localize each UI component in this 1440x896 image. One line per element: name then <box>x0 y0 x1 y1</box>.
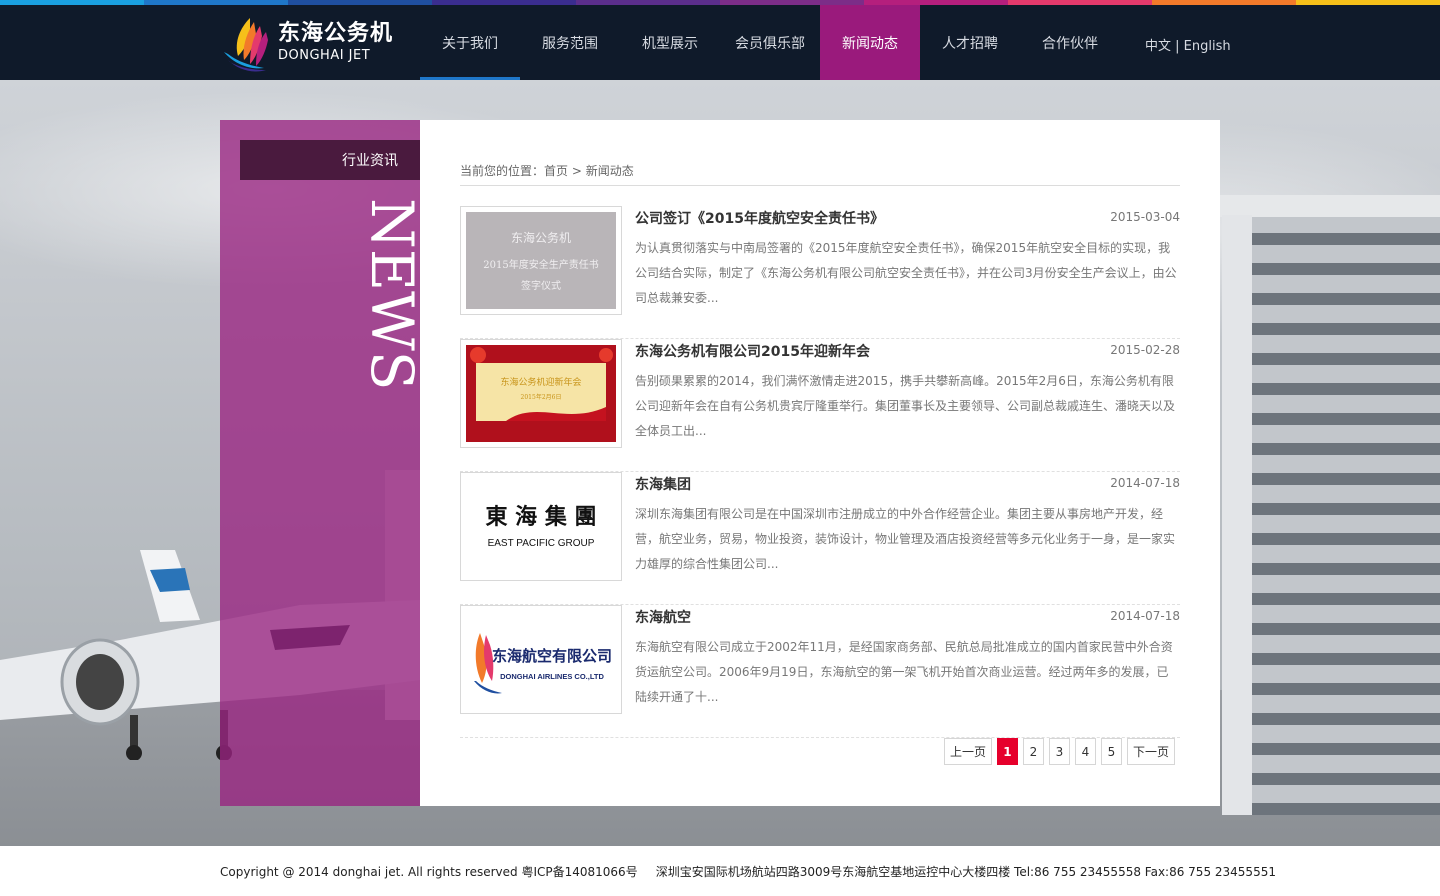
news-thumbnail[interactable]: 东海航空有限公司 DONGHAI AIRLINES CO.,LTD <box>460 605 622 714</box>
news-title[interactable]: 公司签订《2015年度航空安全责任书》 <box>635 208 884 228</box>
list-item: 東 海 集 團 EAST PACIFIC GROUP 东海集团 2014-07-… <box>460 472 1180 605</box>
thumb-text: 東 海 集 團 <box>486 504 597 530</box>
thumbnail-banner-image: 东海公务机 2015年度安全生产责任书 签字仪式 <box>466 212 616 309</box>
news-date: 2014-07-18 <box>1110 476 1180 490</box>
nav-item-careers[interactable]: 人才招聘 <box>920 5 1020 80</box>
building-roof <box>1214 195 1440 217</box>
thumb-text: 东海航空有限公司 <box>492 647 612 665</box>
nav-item-aircraft[interactable]: 机型展示 <box>620 5 720 80</box>
site-footer: Copyright @ 2014 donghai jet. All rights… <box>0 846 1440 896</box>
news-thumbnail[interactable]: 東 海 集 團 EAST PACIFIC GROUP <box>460 472 622 581</box>
footer-info: Copyright @ 2014 donghai jet. All rights… <box>220 863 1276 880</box>
news-date: 2015-03-04 <box>1110 210 1180 224</box>
footer-copyright: Copyright @ 2014 donghai jet. All rights… <box>220 865 638 879</box>
logo-chinese-name: 东海公务机 <box>278 20 394 46</box>
breadcrumb-current: 新闻动态 <box>585 164 634 178</box>
thumbnail-banner-image: 东海公务机迎新年会 2015年2月6日 <box>466 345 616 442</box>
logo[interactable]: 东海公务机 DONGHAI JET <box>220 5 420 80</box>
nav-item-club[interactable]: 会员俱乐部 <box>720 5 820 80</box>
news-summary: 东海航空有限公司成立于2002年11月，是经国家商务部、民航总局批准成立的国内首… <box>635 640 1173 704</box>
lang-chinese-link[interactable]: 中文 <box>1145 39 1171 54</box>
page-2-button[interactable]: 2 <box>1022 738 1044 765</box>
list-item: 东海航空有限公司 DONGHAI AIRLINES CO.,LTD 东海航空 2… <box>460 605 1180 738</box>
site-header: 东海公务机 DONGHAI JET 关于我们 服务范围 机型展示 会员俱乐部 新… <box>0 5 1440 80</box>
next-page-button[interactable]: 下一页 <box>1126 738 1175 765</box>
nav-item-partners[interactable]: 合作伙伴 <box>1020 5 1120 80</box>
list-item: 东海公务机迎新年会 2015年2月6日 东海公务机有限公司2015年迎新年会 2… <box>460 339 1180 472</box>
news-list: 东海公务机 2015年度安全生产责任书 签字仪式 公司签订《2015年度航空安全… <box>460 206 1180 738</box>
pagination: 上一页 1 2 3 4 5 下一页 <box>939 738 1175 765</box>
thumb-text: 东海公务机迎新年会 <box>500 376 581 388</box>
main-nav: 关于我们 服务范围 机型展示 会员俱乐部 新闻动态 人才招聘 合作伙伴 <box>420 5 1120 80</box>
lang-separator: | <box>1171 39 1184 54</box>
nav-item-about[interactable]: 关于我们 <box>420 5 520 80</box>
page-3-button[interactable]: 3 <box>1048 738 1070 765</box>
news-title[interactable]: 东海集团 <box>635 474 691 494</box>
page-1-button[interactable]: 1 <box>996 738 1018 765</box>
breadcrumb-home-link[interactable]: 首页 <box>544 164 568 178</box>
breadcrumb-separator: > <box>568 164 586 178</box>
news-date: 2015-02-28 <box>1110 343 1180 357</box>
thumb-text: 2015年2月6日 <box>521 393 562 401</box>
thumb-text: DONGHAI AIRLINES CO.,LTD <box>500 672 604 681</box>
nav-item-news[interactable]: 新闻动态 <box>820 5 920 80</box>
page-5-button[interactable]: 5 <box>1100 738 1122 765</box>
lang-english-link[interactable]: English <box>1184 39 1231 54</box>
donghai-airlines-logo: 东海航空有限公司 DONGHAI AIRLINES CO.,LTD <box>466 611 616 708</box>
thumb-text: 东海公务机 <box>511 230 571 245</box>
thumb-text: EAST PACIFIC GROUP <box>488 538 595 549</box>
news-summary: 告别硕果累累的2014，我们满怀激情走进2015，携手共攀新高峰。2015年2月… <box>635 374 1176 438</box>
news-date: 2014-07-18 <box>1110 609 1180 623</box>
thumb-text: 签字仪式 <box>521 279 561 292</box>
east-pacific-group-logo: 東 海 集 團 EAST PACIFIC GROUP <box>466 478 616 575</box>
list-item: 东海公务机 2015年度安全生产责任书 签字仪式 公司签订《2015年度航空安全… <box>460 206 1180 339</box>
breadcrumb: 当前您的位置：首页 > 新闻动态 <box>460 162 1180 186</box>
footer-address: 深圳宝安国际机场航站四路3009号东海航空基地运控中心大楼四楼 Tel:86 7… <box>655 865 1276 879</box>
news-title[interactable]: 东海航空 <box>635 607 691 627</box>
terminal-building <box>1214 195 1440 815</box>
page-4-button[interactable]: 4 <box>1074 738 1096 765</box>
nav-item-services[interactable]: 服务范围 <box>520 5 620 80</box>
news-thumbnail[interactable]: 东海公务机 2015年度安全生产责任书 签字仪式 <box>460 206 622 315</box>
breadcrumb-prefix: 当前您的位置： <box>460 164 545 178</box>
news-watermark-text: NEWS <box>360 198 420 388</box>
building-face <box>1222 215 1252 815</box>
logo-english-name: DONGHAI JET <box>278 47 371 63</box>
thumb-text: 2015年度安全生产责任书 <box>483 258 598 271</box>
news-summary: 深圳东海集团有限公司是在中国深圳市注册成立的中外合作经营企业。集团主要从事房地产… <box>635 507 1176 571</box>
wing-logo-icon <box>224 17 268 72</box>
news-title[interactable]: 东海公务机有限公司2015年迎新年会 <box>635 341 870 361</box>
news-summary: 为认真贯彻落实与中南局签署的《2015年度航空安全责任书》，确保2015年航空安… <box>635 241 1177 305</box>
language-switch: 中文 | English <box>1145 35 1231 54</box>
content-panel: 当前您的位置：首页 > 新闻动态 东海公务机 2015年度安全生产责任书 签字仪… <box>420 120 1220 806</box>
prev-page-button[interactable]: 上一页 <box>943 738 992 765</box>
news-thumbnail[interactable]: 东海公务机迎新年会 2015年2月6日 <box>460 339 622 448</box>
news-watermark: NEWS <box>360 198 420 388</box>
sidebar-item-industry-news[interactable]: 行业资讯 <box>240 140 420 180</box>
